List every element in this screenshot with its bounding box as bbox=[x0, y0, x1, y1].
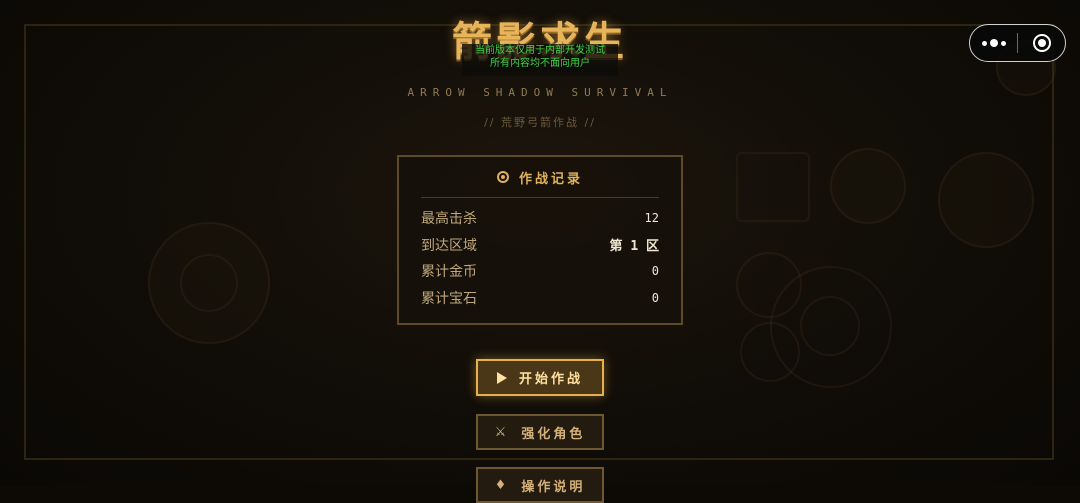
battle-record-panel: 作战记录 最高击杀 12 到达区域 第 1 区 累计金币 0 累计宝石 0 bbox=[397, 155, 683, 325]
dev-notice-line1: 当前版本仅用于内部开发测试 bbox=[475, 45, 605, 56]
play-icon bbox=[496, 371, 507, 384]
bg-small-ring-2 bbox=[740, 322, 800, 382]
bg-skill-slot bbox=[736, 152, 810, 222]
record-label: 累计宝石 bbox=[421, 290, 477, 307]
record-row-max-kills: 最高击杀 12 bbox=[421, 205, 659, 232]
guide-label: 操作说明 bbox=[521, 479, 586, 495]
bg-aim-ring-inner bbox=[800, 296, 860, 356]
panel-title: 作战记录 bbox=[518, 171, 583, 187]
bg-small-ring-1 bbox=[736, 252, 802, 318]
subtitle-chinese: // 荒野弓箭作战 // bbox=[484, 116, 596, 129]
record-value: 0 bbox=[651, 264, 659, 279]
bg-joystick-knob bbox=[180, 254, 238, 312]
record-value: 12 bbox=[644, 211, 659, 226]
dev-notice-line2: 所有内容均不面向用户 bbox=[490, 58, 590, 69]
panel-header: 作战记录 bbox=[421, 157, 659, 198]
bg-skill-circle bbox=[830, 148, 906, 224]
record-label: 累计金币 bbox=[421, 264, 477, 281]
upgrade-character-button[interactable]: ⚔ 强化角色 bbox=[476, 414, 604, 450]
guide-button[interactable]: ♦ 操作说明 bbox=[476, 467, 604, 503]
start-battle-label: 开始作战 bbox=[518, 372, 583, 387]
crossed-swords-icon: ⚔ bbox=[494, 424, 510, 440]
record-value: 第 1 区 bbox=[609, 239, 659, 255]
record-value: 0 bbox=[651, 290, 659, 305]
close-button[interactable] bbox=[1018, 34, 1065, 52]
target-icon bbox=[496, 171, 509, 183]
record-label: 最高击杀 bbox=[421, 211, 477, 228]
upgrade-character-label: 强化角色 bbox=[521, 426, 586, 442]
record-label: 到达区域 bbox=[421, 237, 477, 254]
subtitle-english: ARROW SHADOW SURVIVAL bbox=[407, 86, 673, 99]
start-battle-button[interactable]: 开始作战 bbox=[476, 359, 604, 396]
record-row-gold: 累计金币 0 bbox=[421, 258, 659, 285]
book-icon: ♦ bbox=[494, 477, 510, 493]
close-target-icon bbox=[1032, 34, 1051, 52]
record-row-gems: 累计宝石 0 bbox=[421, 285, 659, 312]
more-dots-icon[interactable] bbox=[970, 39, 1017, 47]
dev-notice: 当前版本仅用于内部开发测试 所有内容均不面向用户 bbox=[462, 44, 618, 76]
bg-arrow-circle bbox=[938, 152, 1034, 248]
record-row-zone: 到达区域 第 1 区 bbox=[421, 232, 659, 259]
mini-program-capsule bbox=[969, 24, 1066, 62]
